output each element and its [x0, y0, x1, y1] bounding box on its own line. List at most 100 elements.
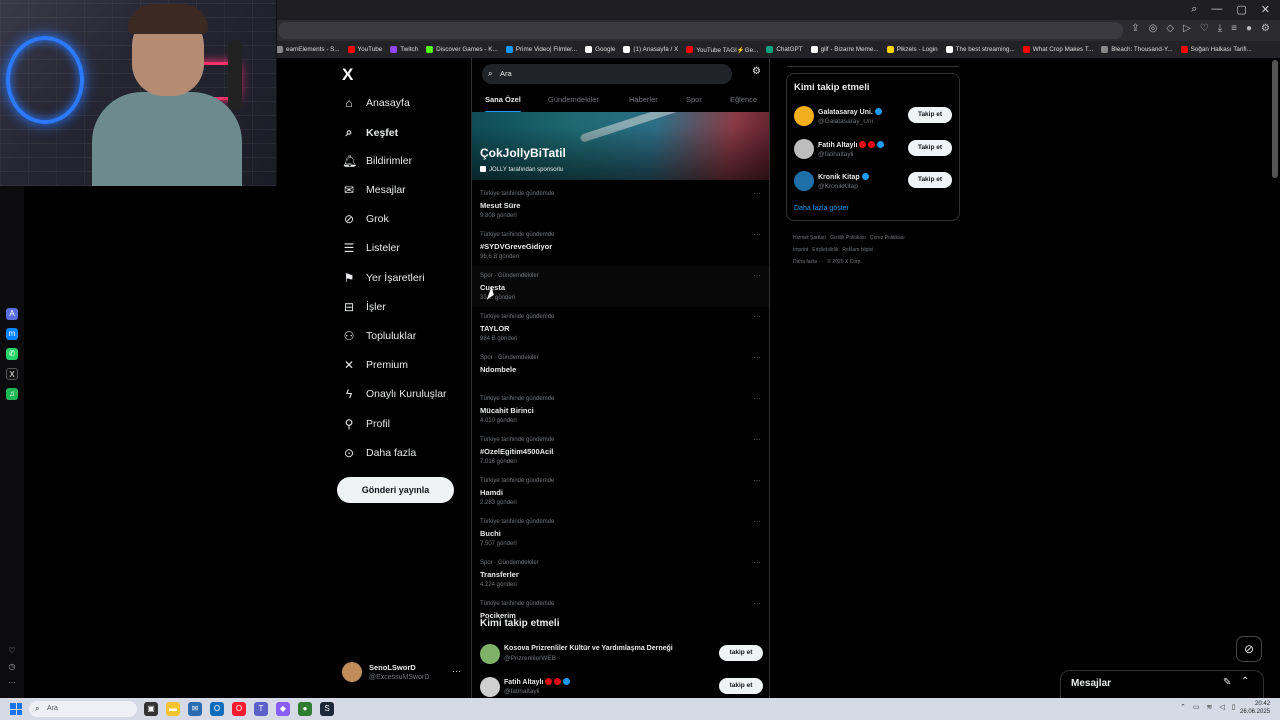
bookmark-item[interactable]: Google: [585, 46, 615, 53]
footer-link[interactable]: Daha fazla ···: [793, 259, 823, 265]
sidebar-item-profil[interactable]: ⚲ Profil: [342, 417, 390, 431]
trend-item[interactable]: Türkiye tarihinde gündemde #SYDVGreveGidi…: [472, 225, 769, 266]
scrollbar[interactable]: [1272, 60, 1278, 178]
bookmark-item[interactable]: (1) Anasayfa / X: [623, 46, 678, 53]
more-icon[interactable]: ···: [753, 271, 761, 280]
sidebar-item-premium[interactable]: ✕ Premium: [342, 358, 408, 372]
network-icon[interactable]: ▭: [1193, 703, 1200, 711]
heart-icon[interactable]: ♡: [6, 645, 18, 657]
trend-item[interactable]: Spor · Gündemdekiler Ndombele ···: [472, 348, 769, 389]
aria-icon[interactable]: A: [6, 308, 18, 320]
search-input[interactable]: ⌕ Ara: [482, 64, 732, 84]
follow-button[interactable]: takip et: [719, 678, 763, 694]
maximize-icon[interactable]: ▢: [1236, 3, 1246, 16]
bookmark-item[interactable]: Discover Games - K...: [426, 46, 498, 53]
trend-item[interactable]: Spor · Gündemdekiler Cuesta 33,... gönderi…: [472, 266, 769, 307]
follow-button[interactable]: Takip et: [908, 172, 952, 188]
more-icon[interactable]: ···: [753, 394, 761, 403]
shield-icon[interactable]: ◇: [1166, 23, 1174, 34]
play-icon[interactable]: ▷: [1183, 23, 1191, 34]
sidebar-item-anasayfa[interactable]: ⌂ Anasayfa: [342, 96, 409, 110]
bookmark-item[interactable]: YouTube TAGI⚡Ge...: [686, 46, 758, 54]
follow-suggestion[interactable]: Kosova Prizrenliler Kültür ve Yardımlaşm…: [472, 642, 769, 672]
minimize-icon[interactable]: —: [1211, 3, 1222, 16]
more-icon[interactable]: ···: [753, 435, 761, 444]
trend-item[interactable]: Spor · Gündemdekiler Transferler 4.224 gön…: [472, 553, 769, 594]
footer-link[interactable]: Imprint: [793, 247, 808, 253]
opera-icon[interactable]: O: [232, 702, 246, 716]
tab-1[interactable]: Gündemdekiler: [548, 95, 599, 104]
windows-start-icon[interactable]: [10, 703, 22, 715]
show-more-link[interactable]: Daha fazla göster: [794, 205, 849, 212]
tab-2[interactable]: Haberler: [629, 95, 658, 104]
camera-icon[interactable]: ◎: [1149, 23, 1158, 34]
chevron-up-icon[interactable]: ⌃: [1241, 676, 1249, 687]
follow-suggestion[interactable]: Fatih Altaylı @fatihaltayli Takip et: [787, 138, 959, 169]
taskbar-search[interactable]: ⌕ Ara: [29, 701, 137, 717]
sidebar-item-grok[interactable]: ⊘ Grok: [342, 212, 389, 226]
more-icon[interactable]: ···: [6, 677, 18, 689]
battery-icon[interactable]: ▯: [1232, 703, 1236, 711]
follow-suggestion[interactable]: Galatasaray Uni. @Galatasaray_Uni Takip et: [787, 106, 959, 136]
post-button[interactable]: Gönderi yayınla: [337, 477, 454, 503]
footer-link[interactable]: Hizmet Şartları: [793, 235, 826, 241]
footer-link[interactable]: Erişilebilirlik: [812, 247, 838, 253]
trend-item[interactable]: Türkiye tarihinde gündemde #OzelEgitim450…: [472, 430, 769, 471]
bookmark-item[interactable]: Pikzels - Login: [886, 46, 938, 53]
follow-button[interactable]: takip et: [719, 645, 763, 661]
trend-item[interactable]: Türkiye tarihinde gündemde Hamdi 2.283 gön…: [472, 471, 769, 512]
bookmark-item[interactable]: Soğan Halkası Tarifi...: [1180, 46, 1252, 53]
teams-icon[interactable]: T: [254, 702, 268, 716]
history-icon[interactable]: ◷: [6, 661, 18, 673]
x-icon[interactable]: X: [6, 368, 18, 380]
outlook-icon[interactable]: O: [210, 702, 224, 716]
bookmark-item[interactable]: The best streaming...: [945, 46, 1015, 53]
tab-3[interactable]: Spor: [686, 95, 702, 104]
bookmark-item[interactable]: ChatGPT: [766, 46, 803, 53]
menu-icon[interactable]: ≡: [1231, 23, 1237, 34]
footer-link[interactable]: Reklam bilgisi: [842, 247, 873, 253]
sidebar-item-listeler[interactable]: ☰ Listeler: [342, 241, 400, 255]
sidebar-item-mesajlar[interactable]: ✉ Mesajlar: [342, 183, 406, 197]
sidebar-item-bildirimler[interactable]: 🔔︎ Bildirimler: [342, 154, 412, 168]
mail-app-icon[interactable]: ✉: [188, 702, 202, 716]
sidebar-item-daha-fazla[interactable]: ⊙ Daha fazla: [342, 446, 416, 460]
messages-drawer[interactable]: Mesajlar ✎ ⌃: [1060, 670, 1264, 698]
volume-icon[interactable]: ◁: [1219, 703, 1224, 711]
footer-link[interactable]: Gizlilik Politikası: [830, 235, 866, 241]
chevron-up-icon[interactable]: ⌃: [1180, 703, 1186, 711]
app-icon[interactable]: ●: [298, 702, 312, 716]
messenger-icon[interactable]: m: [6, 328, 18, 340]
bookmark-item[interactable]: YouTube: [347, 46, 382, 53]
follow-button[interactable]: Takip et: [908, 139, 952, 156]
sidebar-item-yer-i-şaretleri[interactable]: ⚑ Yer İşaretleri: [342, 271, 425, 285]
more-icon[interactable]: ···: [753, 599, 761, 608]
share-icon[interactable]: ⇪: [1131, 23, 1139, 34]
bookmark-item[interactable]: Bleach: Thousand-Y...: [1101, 46, 1173, 53]
search-tabs-icon[interactable]: ⌕: [1191, 3, 1197, 16]
bookmark-item[interactable]: Twitch: [390, 46, 418, 53]
more-icon[interactable]: ···: [753, 517, 761, 526]
bookmark-item[interactable]: Prime Video| Filmler...: [505, 46, 577, 53]
wifi-icon[interactable]: ≋: [1207, 703, 1213, 711]
spotify-icon[interactable]: ♫: [6, 388, 18, 400]
extension-icon[interactable]: ●: [1246, 23, 1252, 34]
clock[interactable]: 20:42 26.06.2025: [1240, 700, 1270, 716]
close-icon[interactable]: ✕: [1261, 3, 1270, 16]
bookmark-item[interactable]: glif - Bizarre Meme...: [810, 46, 879, 53]
follow-suggestion[interactable]: Fatih Altaylı @fatihaltayli takip et: [472, 675, 769, 698]
sidebar-item-onaylı-kuruluşlar[interactable]: ϟ Onaylı Kuruluşlar: [342, 387, 447, 401]
download-icon[interactable]: ⤓: [1218, 23, 1222, 34]
more-icon[interactable]: ···: [753, 230, 761, 239]
footer-link[interactable]: © 2025 X Corp.: [827, 259, 862, 265]
footer-link[interactable]: Çerez Politikası: [870, 235, 905, 241]
heart-icon[interactable]: ♡: [1200, 23, 1209, 34]
more-icon[interactable]: ···: [753, 189, 761, 198]
more-icon[interactable]: ···: [753, 312, 761, 321]
url-field[interactable]: [278, 22, 1123, 39]
trend-item[interactable]: Türkiye tarihinde gündemde Mesut Süre 9.80…: [472, 184, 769, 225]
app-icon[interactable]: ◆: [276, 702, 290, 716]
compose-icon[interactable]: ✎: [1223, 677, 1231, 688]
sidebar-item-i-şler[interactable]: ⊟ İşler: [342, 300, 386, 314]
steam-icon[interactable]: S: [320, 702, 334, 716]
